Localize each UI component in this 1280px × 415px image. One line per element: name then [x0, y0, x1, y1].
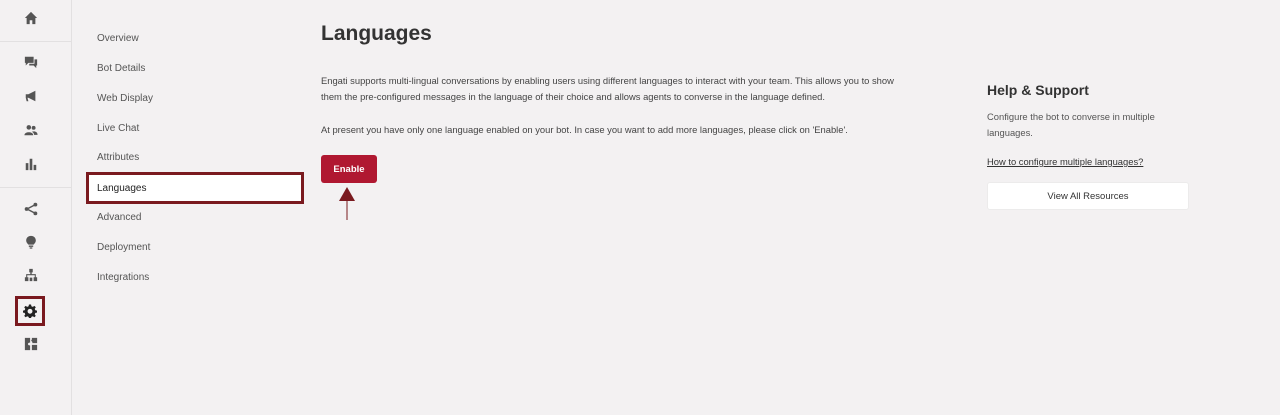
rail-divider: [0, 187, 72, 188]
subnav-item-live-chat[interactable]: Live Chat: [97, 123, 139, 134]
chat-icon[interactable]: [16, 47, 46, 77]
page-title: Languages: [321, 22, 432, 45]
languages-info: At present you have only one language en…: [321, 124, 848, 135]
rail-divider: [0, 41, 72, 42]
subnav-item-bot-details[interactable]: Bot Details: [97, 63, 145, 74]
help-text: Configure the bot to converse in multipl…: [987, 111, 1155, 138]
subnav-item-integrations[interactable]: Integrations: [97, 272, 149, 283]
bar-chart-icon[interactable]: [16, 149, 46, 179]
arrow-up-icon: [339, 187, 355, 220]
subnav-item-attributes[interactable]: Attributes: [97, 152, 139, 163]
help-title: Help & Support: [987, 82, 1089, 98]
view-all-resources-button[interactable]: View All Resources: [987, 182, 1189, 210]
subnav-item-web-display[interactable]: Web Display: [97, 93, 153, 104]
subnav-item-overview[interactable]: Overview: [97, 33, 139, 44]
megaphone-icon[interactable]: [16, 81, 46, 111]
home-icon[interactable]: [16, 3, 46, 33]
icon-rail: [0, 0, 72, 415]
languages-description: Engati supports multi-lingual conversati…: [321, 75, 894, 102]
hierarchy-icon[interactable]: [16, 260, 46, 290]
subnav-item-advanced[interactable]: Advanced: [97, 212, 141, 223]
users-icon[interactable]: [16, 115, 46, 145]
subnav-item-languages[interactable]: Languages: [86, 172, 304, 204]
settings-subnav: Overview Bot Details Web Display Live Ch…: [72, 0, 312, 415]
flow-icon[interactable]: [16, 194, 46, 224]
configure-languages-link[interactable]: How to configure multiple languages?: [987, 156, 1143, 167]
enable-button[interactable]: Enable: [321, 155, 377, 183]
puzzle-icon[interactable]: [16, 329, 46, 359]
bulb-icon[interactable]: [16, 227, 46, 257]
subnav-item-deployment[interactable]: Deployment: [97, 242, 150, 253]
gear-icon[interactable]: [15, 296, 45, 326]
